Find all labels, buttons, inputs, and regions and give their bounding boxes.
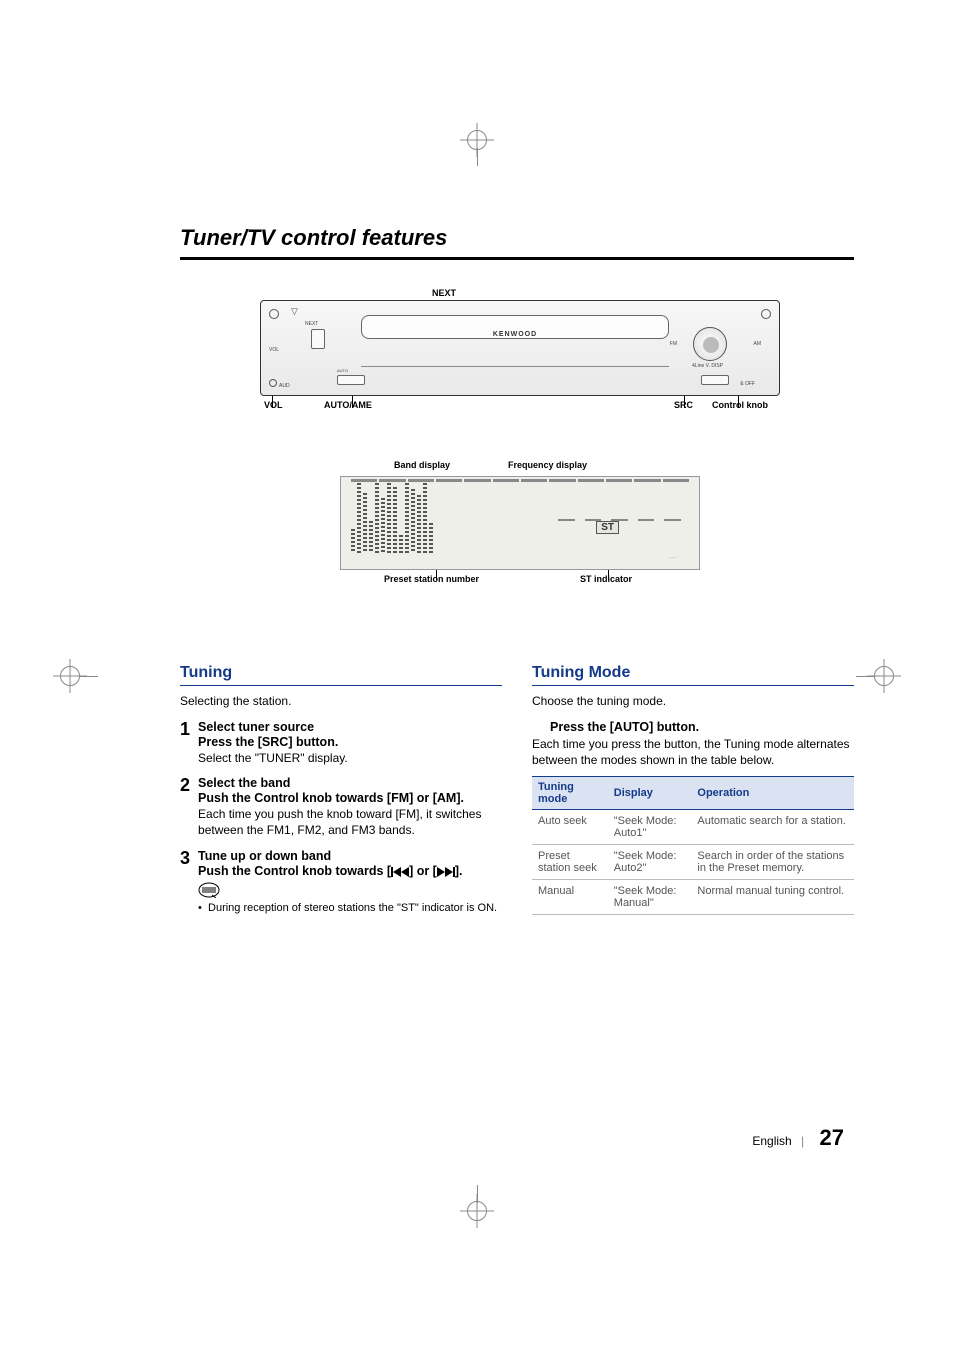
tuning-mode-heading: Tuning Mode (532, 664, 854, 686)
fp-4v-label: 4Line V. DISP (692, 363, 723, 369)
eject-icon (761, 309, 771, 319)
section-title: Tuner/TV control features (180, 225, 854, 260)
label-frequency-display: Frequency display (508, 460, 587, 470)
display-footer-text: ···· (669, 555, 677, 561)
faceplate: ▽ NEXT KENWOOD VOL AUD AUTO FM AM 4Line (260, 300, 780, 396)
src-button (701, 375, 729, 385)
next-track-icon (437, 867, 455, 877)
table-row: Auto seek "Seek Mode: Auto1" Automatic s… (532, 810, 854, 845)
fp-next-label: NEXT (305, 321, 318, 327)
step-text: Select the "TUNER" display. (198, 750, 502, 766)
step-action: Push the Control knob towards [FM] or [A… (198, 791, 502, 805)
lcd-area: KENWOOD (361, 315, 669, 339)
cell: Normal manual tuning control. (691, 880, 854, 915)
fp-off-label: & OFF (740, 381, 755, 387)
down-arrow-icon: ▽ (291, 306, 298, 317)
press-auto: Press the [AUTO] button. (550, 720, 854, 734)
th-display: Display (608, 777, 692, 810)
registration-mark-left (60, 666, 80, 686)
tuning-mode-table: Tuning mode Display Operation Auto seek … (532, 776, 854, 915)
label-vol: VOL (264, 400, 283, 410)
step-number: 2 (180, 776, 190, 838)
fp-auto-small: AUTO (337, 368, 348, 373)
label-auto: AUTO/AME (324, 400, 372, 410)
cell: "Seek Mode: Auto2" (608, 845, 692, 880)
registration-mark-bottom (467, 1185, 487, 1221)
aud-button (269, 379, 277, 387)
table-row: Manual "Seek Mode: Manual" Normal manual… (532, 880, 854, 915)
fp-aud-label: AUD (279, 384, 290, 389)
label-control-knob: Control knob (712, 400, 768, 410)
tuning-mode-lead: Choose the tuning mode. (532, 694, 854, 708)
brand-label: KENWOOD (493, 331, 537, 338)
tuning-mode-section: Tuning Mode Choose the tuning mode. Pres… (532, 664, 854, 924)
note-text: During reception of stereo stations the … (198, 902, 502, 914)
step-number: 3 (180, 849, 190, 914)
fp-fm-label: FM (670, 341, 677, 347)
tuning-heading: Tuning (180, 664, 502, 686)
tuning-section: Tuning Selecting the station. 1 Select t… (180, 664, 502, 924)
page-footer: English | 27 (752, 1125, 844, 1151)
footer-separator: | (801, 1134, 804, 1148)
cell: Preset station seek (532, 845, 608, 880)
th-operation: Operation (691, 777, 854, 810)
st-indicator: ST (596, 521, 619, 534)
page-number: 27 (820, 1125, 844, 1150)
cell: Search in order of the stations in the P… (691, 845, 854, 880)
fp-am-label: AM (754, 341, 762, 347)
label-next: NEXT (432, 288, 780, 298)
step-title: Tune up or down band (198, 849, 502, 863)
step-1: 1 Select tuner source Press the [SRC] bu… (180, 720, 502, 766)
power-icon (269, 309, 279, 319)
step-action: Press the [SRC] button. (198, 735, 502, 749)
control-knob (693, 327, 727, 361)
note-icon (198, 882, 502, 898)
fp-vol-label: VOL (269, 347, 279, 353)
cell: "Seek Mode: Auto1" (608, 810, 692, 845)
label-band-display: Band display (394, 460, 450, 470)
faceplate-diagram: NEXT ▽ NEXT KENWOOD VOL AU (260, 288, 780, 594)
table-row: Preset station seek "Seek Mode: Auto2" S… (532, 845, 854, 880)
cell: Automatic search for a station. (691, 810, 854, 845)
prev-track-icon (391, 867, 409, 877)
auto-button (337, 375, 365, 385)
language-label: English (752, 1134, 791, 1148)
label-st-indicator: ST indicator (580, 574, 632, 584)
cell: Manual (532, 880, 608, 915)
registration-mark-right (874, 666, 894, 686)
th-mode: Tuning mode (532, 777, 608, 810)
step-3: 3 Tune up or down band Push the Control … (180, 849, 502, 914)
lcd-display: ST ···· (340, 476, 700, 570)
display-diagram: Band display Frequency display (340, 460, 700, 594)
registration-mark-top (467, 130, 487, 166)
label-preset-station: Preset station number (384, 574, 479, 584)
disc-slot (361, 366, 669, 367)
cell: "Seek Mode: Manual" (608, 880, 692, 915)
label-src: SRC (674, 400, 693, 410)
step-action: Push the Control knob towards [] or []. (198, 864, 502, 878)
tuning-lead: Selecting the station. (180, 694, 502, 708)
menu-button (311, 329, 325, 349)
step-number: 1 (180, 720, 190, 766)
step-text: Each time you push the knob toward [FM],… (198, 806, 502, 838)
step-title: Select the band (198, 776, 502, 790)
tuning-mode-para: Each time you press the button, the Tuni… (532, 736, 854, 768)
frequency-readout (558, 489, 681, 521)
step-2: 2 Select the band Push the Control knob … (180, 776, 502, 838)
step-title: Select tuner source (198, 720, 502, 734)
cell: Auto seek (532, 810, 608, 845)
